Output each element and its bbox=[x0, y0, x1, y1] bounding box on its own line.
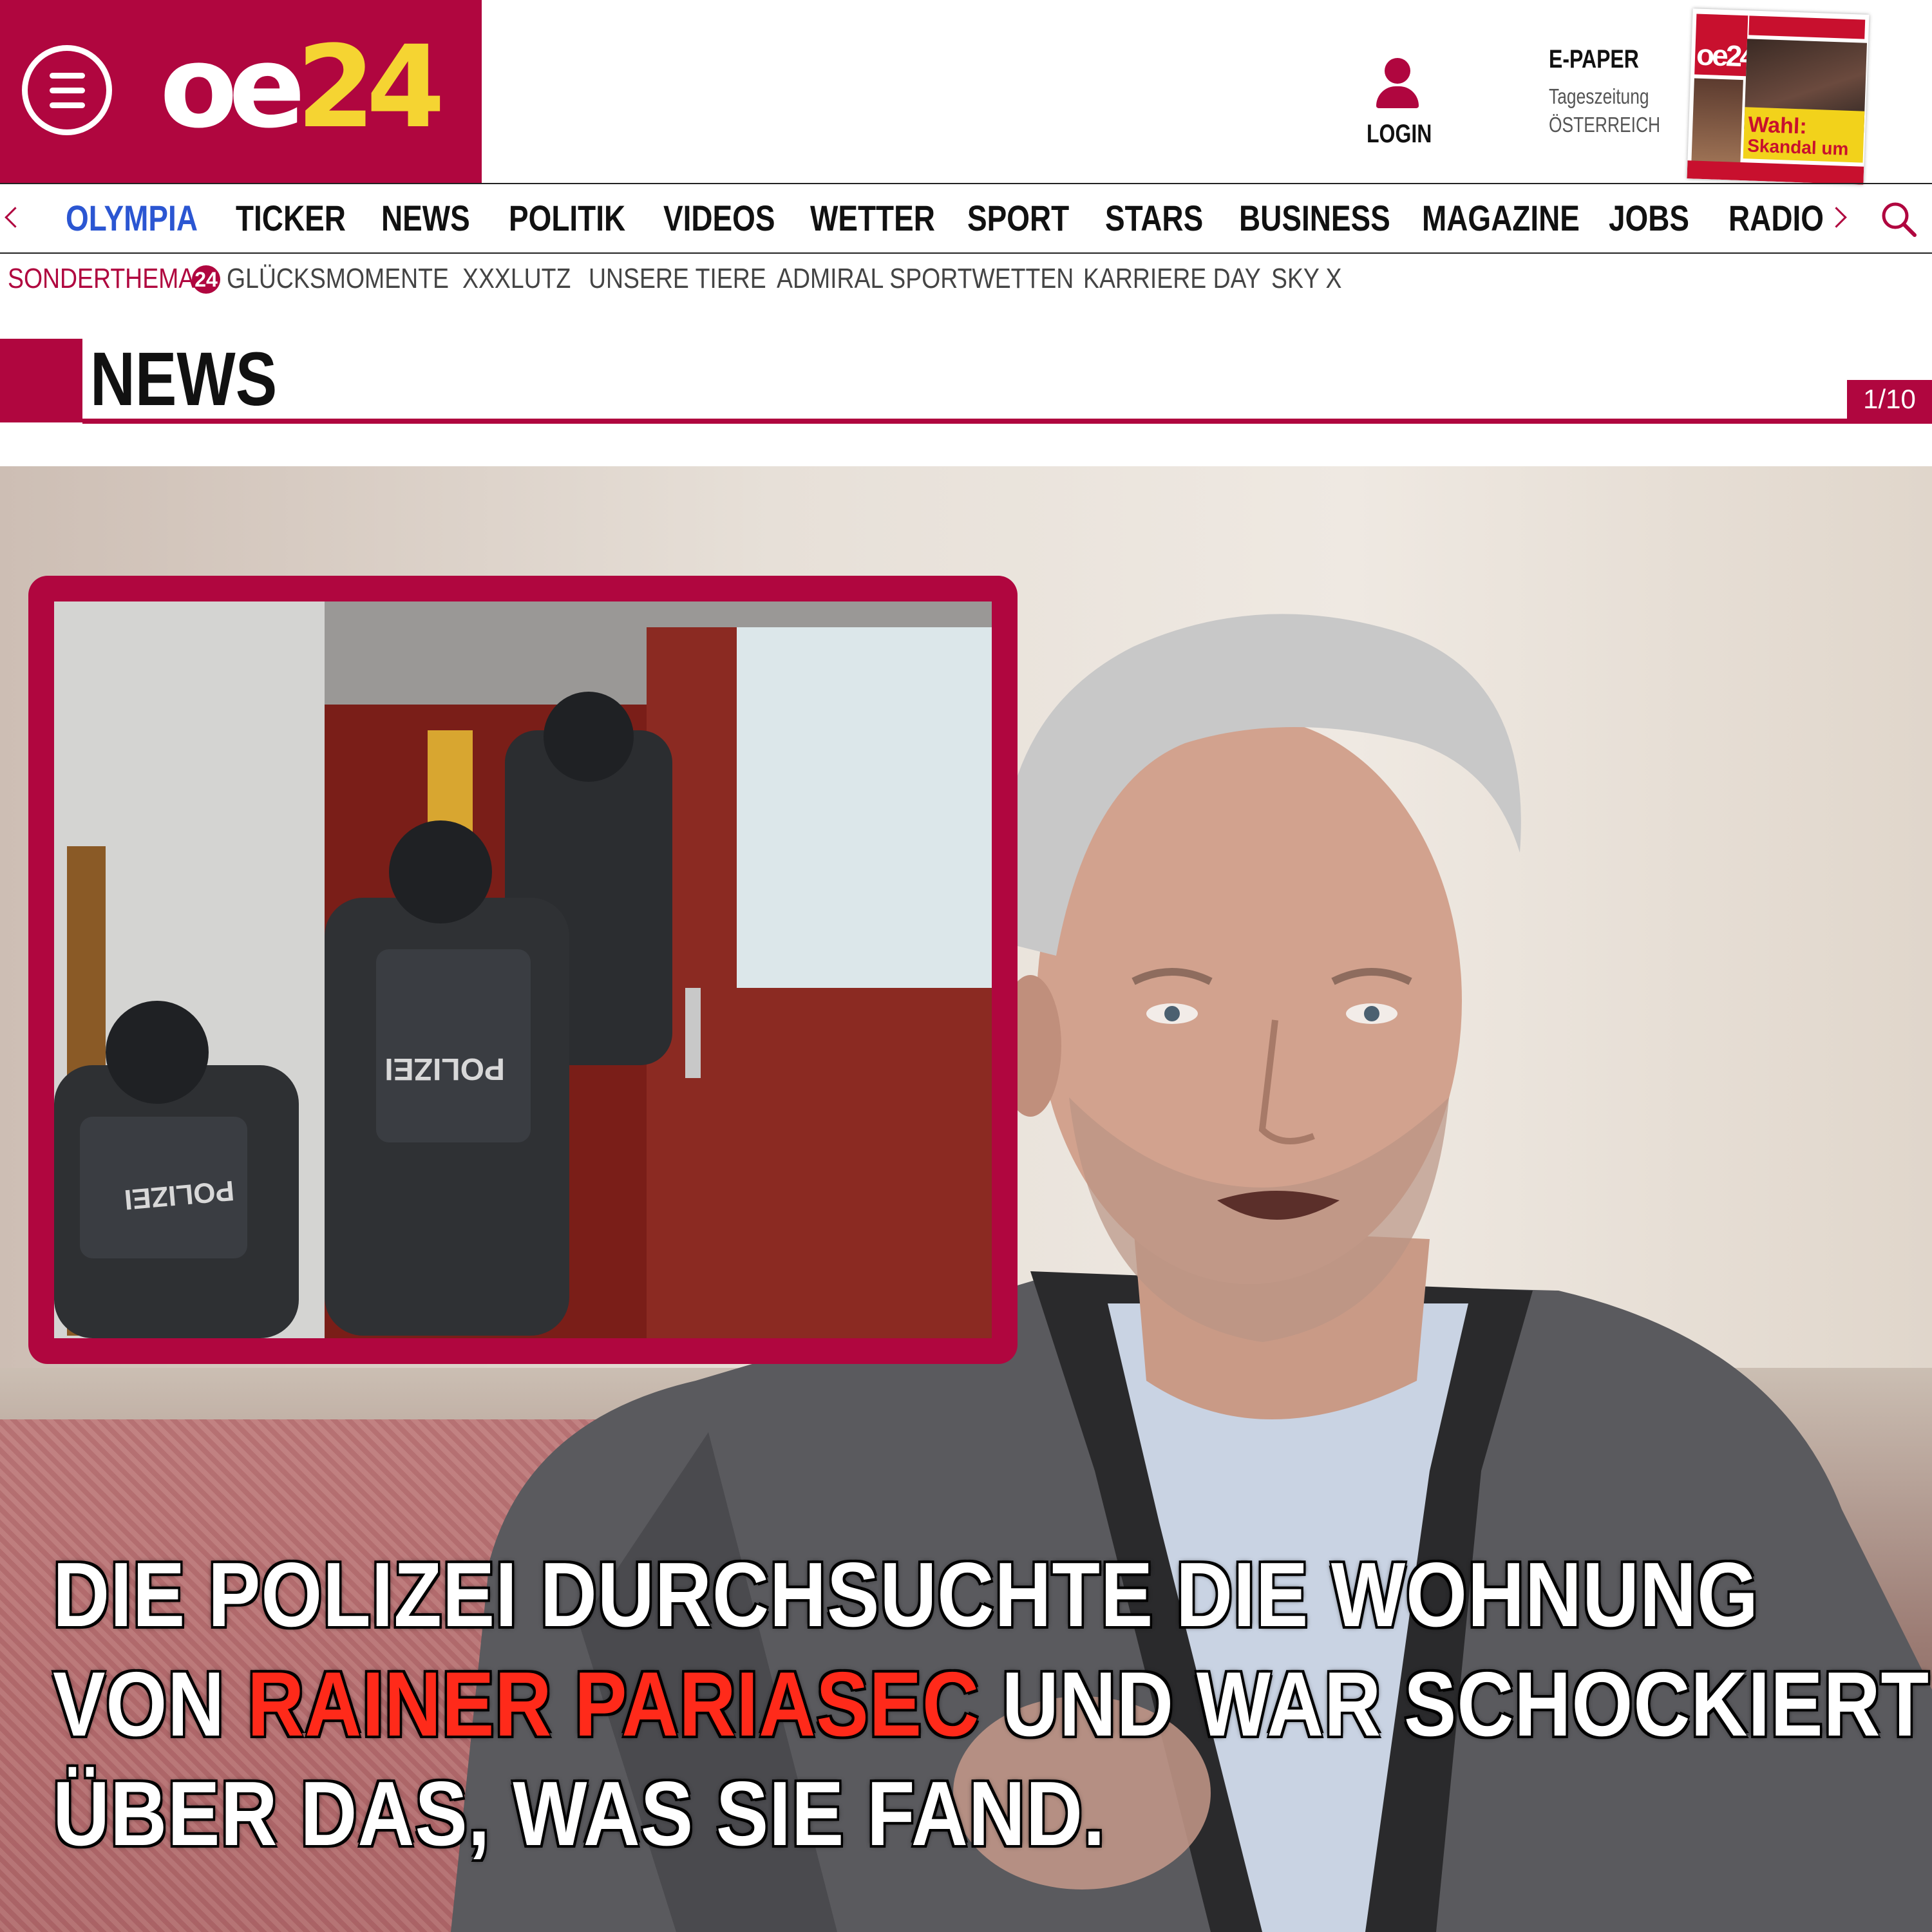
section-rule bbox=[82, 419, 1932, 424]
login-label: LOGIN bbox=[1367, 120, 1432, 148]
epaper-link[interactable]: E-PAPER Tageszeitung ÖSTERREICH bbox=[1549, 45, 1678, 137]
vest-label-1: POLIZEI bbox=[384, 1052, 505, 1086]
brand-header: oe24 bbox=[0, 0, 482, 183]
search-icon[interactable] bbox=[1879, 200, 1918, 238]
epaper-title: E-PAPER bbox=[1549, 45, 1639, 73]
section-title: NEWS bbox=[90, 337, 278, 422]
epaper-cover-thumbnail[interactable]: oe24 Wahl: Skandal um bbox=[1687, 8, 1870, 185]
cover-headline-2: Skandal um bbox=[1747, 135, 1849, 159]
topic-gluecksmomente[interactable]: GLÜCKSMOMENTE bbox=[227, 263, 449, 295]
nav-item-wetter[interactable]: WETTER bbox=[810, 184, 935, 252]
inset-police-photo: POLIZEI POLIZEI bbox=[54, 601, 992, 1338]
topic-label: SONDERTHEMA: bbox=[8, 263, 202, 294]
headline-line-3: ÜBER DAS, WAS SIE FAND. bbox=[53, 1763, 1106, 1865]
main-nav: OLYMPIA TICKER NEWS POLITIK VIDEOS WETTE… bbox=[0, 183, 1932, 254]
inset-photo-frame: POLIZEI POLIZEI bbox=[28, 576, 1018, 1364]
headline-line-2: VON RAINER PARIASEC UND WAR SCHOCKIERT bbox=[53, 1653, 1929, 1756]
headline-highlight-name: RAINER PARIASEC bbox=[247, 1653, 980, 1756]
menu-icon[interactable] bbox=[22, 45, 112, 135]
epaper-subtitle: Tageszeitung bbox=[1549, 84, 1649, 108]
nav-item-videos[interactable]: VIDEOS bbox=[663, 184, 775, 252]
nav-item-politik[interactable]: POLITIK bbox=[509, 184, 625, 252]
cover-headline: Wahl: bbox=[1747, 112, 1808, 139]
cover-logo: oe24 bbox=[1696, 37, 1754, 73]
topic-unsere-tiere[interactable]: UNSERE TIERE bbox=[589, 263, 766, 295]
nav-item-jobs[interactable]: JOBS bbox=[1609, 184, 1689, 252]
nav-item-news[interactable]: NEWS bbox=[381, 184, 470, 252]
nav-item-sport[interactable]: SPORT bbox=[967, 184, 1069, 252]
topic-karriere-day[interactable]: KARRIERE DAY bbox=[1083, 263, 1261, 295]
nav-item-magazine[interactable]: MAGAZINE bbox=[1422, 184, 1580, 252]
topic-bar: SONDERTHEMA: 24 GLÜCKSMOMENTE XXXLUTZ UN… bbox=[0, 255, 1932, 303]
topic-admiral-sportwetten[interactable]: ADMIRAL SPORTWETTEN bbox=[777, 263, 1074, 295]
section-accent bbox=[0, 339, 82, 422]
site-logo[interactable]: oe24 bbox=[160, 31, 445, 144]
headline: DIE POLIZEI DURCHSUCHTE DIE WOHNUNG VON … bbox=[53, 1540, 1929, 1869]
user-icon bbox=[1385, 58, 1410, 84]
nav-item-olympia[interactable]: OLYMPIA bbox=[66, 184, 198, 252]
topic-xxxlutz[interactable]: XXXLUTZ bbox=[462, 263, 571, 295]
nav-item-ticker[interactable]: TICKER bbox=[236, 184, 346, 252]
topic-sky-x[interactable]: SKY X bbox=[1271, 263, 1342, 295]
nav-item-radio[interactable]: RADIO bbox=[1728, 184, 1824, 252]
nav-next-icon[interactable] bbox=[1829, 184, 1855, 252]
login-button[interactable]: LOGIN bbox=[1359, 58, 1436, 149]
nav-item-stars[interactable]: STARS bbox=[1105, 184, 1203, 252]
oe24-badge-icon: 24 bbox=[192, 265, 220, 294]
nav-prev-icon[interactable] bbox=[0, 184, 26, 252]
nav-item-business[interactable]: BUSINESS bbox=[1239, 184, 1390, 252]
headline-line-1: DIE POLIZEI DURCHSUCHTE DIE WOHNUNG bbox=[53, 1544, 1759, 1646]
gallery-counter: 1/10 bbox=[1847, 380, 1932, 419]
epaper-country: ÖSTERREICH bbox=[1549, 113, 1661, 137]
hero-image[interactable]: POLIZEI POLIZEI DIE POLIZEI DURCHSUCHTE … bbox=[0, 466, 1932, 1932]
